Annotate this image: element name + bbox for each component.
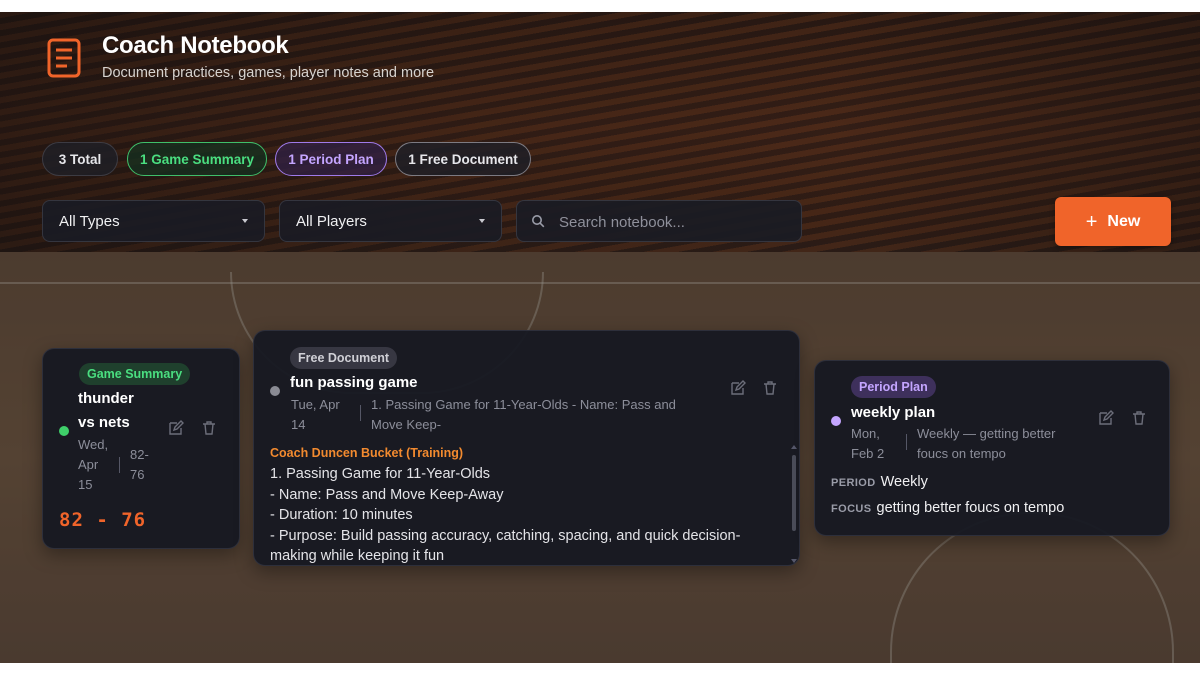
card-preview-line: Move Keep-	[371, 417, 442, 432]
type-badge: Game Summary	[79, 363, 191, 385]
card-body-line: - Purpose: Build passing accuracy, catch…	[270, 527, 741, 544]
type-filter-value: All Types	[59, 212, 120, 230]
period-field: PERIOD Weekly	[831, 474, 928, 490]
trash-icon[interactable]	[1131, 410, 1147, 426]
period-label: PERIOD	[831, 477, 876, 489]
search-box[interactable]	[516, 200, 802, 243]
card-date-line: Wed,	[78, 437, 109, 452]
notebook-card-period-plan[interactable]: Period Plan weekly plan Mon, Feb 2 Weekl…	[814, 360, 1170, 536]
search-icon	[532, 215, 545, 228]
status-dot	[270, 386, 280, 396]
count-chip-total[interactable]: 3 Total	[42, 142, 118, 176]
focus-value: getting better foucs on tempo	[876, 500, 1065, 516]
notebook-card-game-summary[interactable]: Game Summary thunder vs nets Wed, Apr 15…	[42, 348, 240, 549]
trash-icon[interactable]	[762, 380, 778, 396]
card-date-line: 15	[78, 477, 93, 492]
card-score-preview: 82- 76	[130, 445, 166, 485]
meta-divider	[119, 457, 120, 473]
card-title: weekly plan	[851, 404, 936, 421]
card-preview-line: 1. Passing Game for 11-Year-Olds - Name:…	[371, 397, 676, 412]
meta-divider	[360, 405, 361, 421]
card-date: Mon, Feb 2	[851, 424, 895, 464]
focus-label: FOCUS	[831, 503, 872, 515]
card-body-line: 1. Passing Game for 11-Year-Olds	[270, 466, 491, 482]
card-body-line: - Duration: 10 minutes	[270, 507, 413, 524]
card-preview: Weekly — getting better foucs on tempo	[917, 424, 1087, 464]
card-preview-line: foucs on tempo	[917, 446, 1006, 461]
chevron-down-icon	[242, 219, 248, 223]
app-subtitle: Document practices, games, player notes …	[102, 65, 435, 81]
player-filter-value: All Players	[296, 212, 367, 230]
status-dot	[59, 426, 69, 436]
notebook-icon	[47, 38, 81, 78]
card-body-line: making while keeping it fun	[270, 548, 445, 565]
card-title: thunder vs nets	[78, 387, 158, 435]
count-chip-game-summary[interactable]: 1 Game Summary	[127, 142, 267, 176]
card-title-line: vs nets	[78, 414, 130, 431]
card-body-line: - Name: Pass and Move Keep-Away	[270, 486, 504, 503]
app-title: Coach Notebook	[102, 32, 289, 59]
edit-icon[interactable]	[168, 420, 184, 436]
card-title-line: thunder	[78, 390, 134, 407]
edit-icon[interactable]	[1098, 410, 1114, 426]
plus-icon: +	[1085, 210, 1098, 233]
new-entry-button[interactable]: + New	[1055, 197, 1171, 246]
card-title: fun passing game	[290, 374, 418, 391]
notebook-card-free-document[interactable]: Free Document fun passing game Tue, Apr …	[253, 330, 800, 566]
card-preview-line: Weekly — getting better	[917, 426, 1056, 441]
card-date-line: Mon,	[851, 426, 880, 441]
card-preview: 1. Passing Game for 11-Year-Olds - Name:…	[371, 395, 701, 435]
card-score-line: 82-	[130, 447, 149, 462]
scroll-up-arrow[interactable]	[791, 445, 797, 449]
player-filter-select[interactable]: All Players	[279, 200, 502, 242]
card-date-line: 14	[291, 417, 306, 432]
card-body: 1. Passing Game for 11-Year-Olds - Name:…	[270, 464, 770, 565]
scrollbar-thumb[interactable]	[792, 455, 796, 531]
card-date-line: Tue, Apr	[291, 397, 340, 412]
count-chip-period-plan[interactable]: 1 Period Plan	[275, 142, 387, 176]
card-score-line: 76	[130, 467, 145, 482]
meta-divider	[906, 434, 907, 450]
type-filter-select[interactable]: All Types	[42, 200, 265, 242]
type-badge: Free Document	[290, 347, 397, 369]
final-score: 82 - 76	[59, 509, 147, 531]
card-date-line: Apr	[78, 457, 99, 472]
period-value: Weekly	[880, 474, 928, 490]
chevron-down-icon	[479, 219, 485, 223]
search-input[interactable]	[557, 201, 791, 243]
edit-icon[interactable]	[730, 380, 746, 396]
count-chip-free-document[interactable]: 1 Free Document	[395, 142, 531, 176]
new-button-label: New	[1107, 212, 1141, 230]
card-date: Tue, Apr 14	[291, 395, 349, 435]
scroll-down-arrow[interactable]	[791, 559, 797, 563]
focus-field: FOCUS getting better foucs on tempo	[831, 500, 1064, 516]
type-badge: Period Plan	[851, 376, 936, 398]
trash-icon[interactable]	[201, 420, 217, 436]
card-date-line: Feb 2	[851, 446, 885, 461]
card-author: Coach Duncen Bucket (Training)	[270, 446, 464, 460]
card-date: Wed, Apr 15	[78, 435, 122, 495]
status-dot	[831, 416, 841, 426]
